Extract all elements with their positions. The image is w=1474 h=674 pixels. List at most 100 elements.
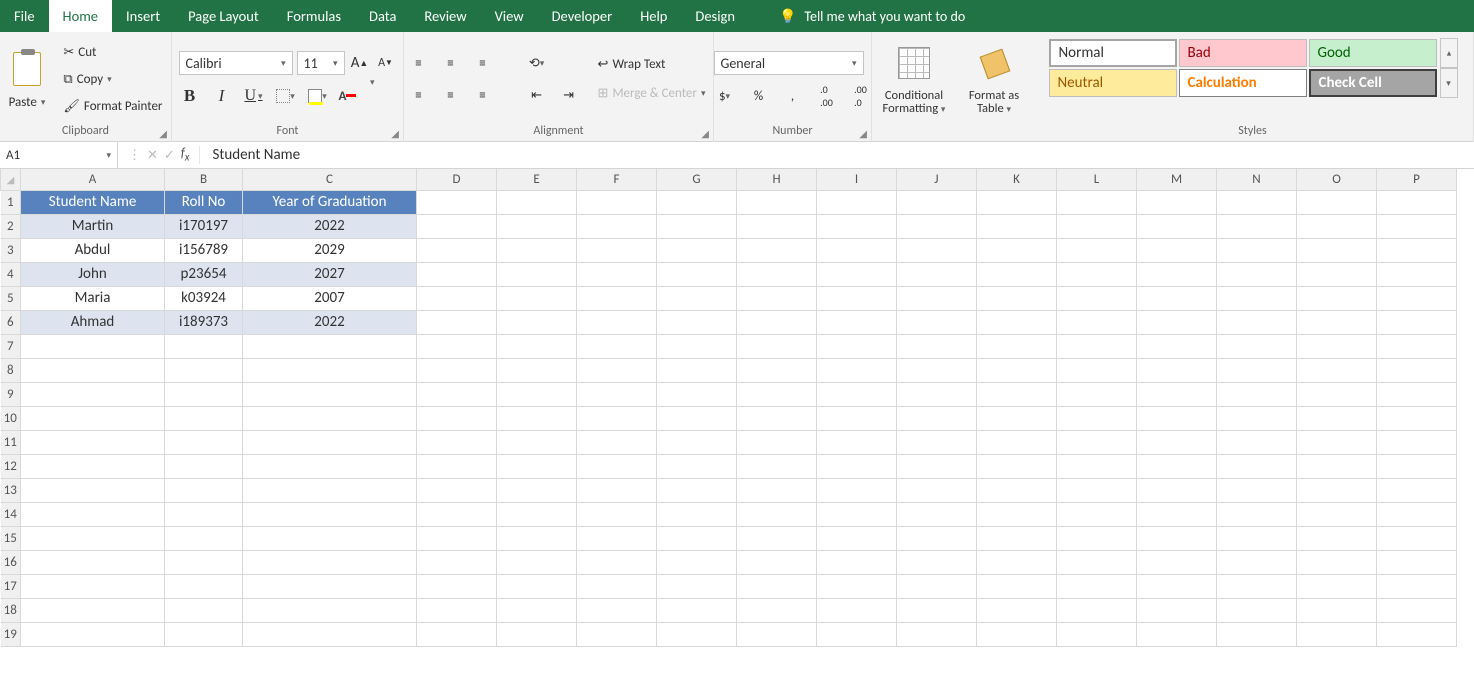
cell[interactable]	[417, 190, 497, 214]
row-header[interactable]: 14	[1, 502, 21, 526]
cell[interactable]	[497, 406, 577, 430]
cell[interactable]	[897, 286, 977, 310]
cell[interactable]: 2022	[243, 310, 417, 334]
cell[interactable]	[657, 238, 737, 262]
cell[interactable]	[657, 310, 737, 334]
align-middle-icon[interactable]: ≡	[440, 52, 462, 74]
cell[interactable]	[897, 406, 977, 430]
cell[interactable]	[657, 526, 737, 550]
cell[interactable]	[21, 454, 165, 478]
cell[interactable]	[897, 334, 977, 358]
cell[interactable]	[1137, 598, 1217, 622]
align-right-icon[interactable]: ≡	[472, 84, 494, 106]
cell[interactable]	[243, 430, 417, 454]
cell[interactable]	[417, 622, 497, 646]
cell[interactable]	[165, 430, 243, 454]
cell[interactable]	[21, 574, 165, 598]
cell[interactable]	[977, 406, 1057, 430]
cell[interactable]	[817, 622, 897, 646]
cell[interactable]	[497, 454, 577, 478]
grid-area[interactable]: ◢ABCDEFGHIJKLMNOP 1Student NameRoll NoYe…	[0, 169, 1474, 674]
cell[interactable]	[1057, 598, 1137, 622]
tab-developer[interactable]: Developer	[538, 0, 627, 32]
cell[interactable]	[497, 382, 577, 406]
cell[interactable]	[243, 526, 417, 550]
cell[interactable]	[165, 526, 243, 550]
row-header[interactable]: 3	[1, 238, 21, 262]
name-box[interactable]: A1▾	[0, 142, 118, 169]
cell[interactable]	[737, 598, 817, 622]
cell[interactable]	[1057, 358, 1137, 382]
cell[interactable]	[977, 262, 1057, 286]
cell[interactable]	[817, 454, 897, 478]
column-header[interactable]: J	[897, 169, 977, 190]
row-header[interactable]: 12	[1, 454, 21, 478]
cell[interactable]: Abdul	[21, 238, 165, 262]
cell[interactable]	[817, 310, 897, 334]
cell[interactable]	[1297, 526, 1377, 550]
cell[interactable]: Ahmad	[21, 310, 165, 334]
cell[interactable]	[1377, 430, 1457, 454]
column-header[interactable]: M	[1137, 169, 1217, 190]
cell[interactable]	[1297, 262, 1377, 286]
cell[interactable]	[1217, 478, 1297, 502]
cell[interactable]	[497, 550, 577, 574]
cell[interactable]	[243, 502, 417, 526]
cell[interactable]	[1297, 382, 1377, 406]
cell[interactable]	[165, 574, 243, 598]
cell[interactable]	[817, 334, 897, 358]
cell[interactable]	[1377, 574, 1457, 598]
currency-icon[interactable]: $▾	[714, 85, 736, 107]
cell[interactable]	[737, 622, 817, 646]
cell[interactable]	[21, 478, 165, 502]
row-header[interactable]: 6	[1, 310, 21, 334]
cell[interactable]	[1217, 310, 1297, 334]
cell[interactable]	[1057, 238, 1137, 262]
cell[interactable]	[1057, 454, 1137, 478]
cell[interactable]	[577, 502, 657, 526]
cell[interactable]	[977, 430, 1057, 454]
cell[interactable]	[817, 574, 897, 598]
style-normal[interactable]: Normal	[1049, 39, 1177, 67]
cell[interactable]	[165, 334, 243, 358]
cell[interactable]	[1137, 622, 1217, 646]
paste-button[interactable]: Paste ▾	[5, 93, 50, 112]
column-header[interactable]: A	[21, 169, 165, 190]
row-header[interactable]: 11	[1, 430, 21, 454]
cell[interactable]	[897, 454, 977, 478]
cell[interactable]	[897, 526, 977, 550]
increase-decimal-icon[interactable]: .0.00	[816, 85, 838, 107]
column-header[interactable]: N	[1217, 169, 1297, 190]
cell[interactable]: i156789	[165, 238, 243, 262]
cell[interactable]	[1377, 406, 1457, 430]
cell[interactable]	[977, 526, 1057, 550]
cell[interactable]	[417, 262, 497, 286]
cell[interactable]	[737, 502, 817, 526]
cell[interactable]	[577, 598, 657, 622]
cell[interactable]: i170197	[165, 214, 243, 238]
cell[interactable]	[1137, 574, 1217, 598]
cell[interactable]	[577, 478, 657, 502]
align-top-icon[interactable]: ≡	[408, 52, 430, 74]
tab-view[interactable]: View	[481, 0, 538, 32]
cell[interactable]	[657, 550, 737, 574]
cell[interactable]	[897, 190, 977, 214]
cell[interactable]	[1377, 286, 1457, 310]
cell[interactable]	[497, 286, 577, 310]
cell[interactable]	[1137, 190, 1217, 214]
dialog-launcher-icon[interactable]: ◢	[859, 127, 867, 140]
align-center-icon[interactable]: ≡	[440, 84, 462, 106]
cell[interactable]	[1377, 238, 1457, 262]
cell[interactable]	[1217, 598, 1297, 622]
row-header[interactable]: 8	[1, 358, 21, 382]
cell[interactable]	[1217, 334, 1297, 358]
cell[interactable]	[1137, 334, 1217, 358]
cell[interactable]	[897, 382, 977, 406]
cell[interactable]	[577, 190, 657, 214]
spreadsheet-grid[interactable]: ◢ABCDEFGHIJKLMNOP 1Student NameRoll NoYe…	[0, 169, 1457, 647]
style-neutral[interactable]: Neutral	[1049, 69, 1177, 97]
cell[interactable]	[1057, 502, 1137, 526]
tab-design[interactable]: Design	[681, 0, 749, 32]
cell[interactable]	[1137, 550, 1217, 574]
cell[interactable]	[1217, 454, 1297, 478]
